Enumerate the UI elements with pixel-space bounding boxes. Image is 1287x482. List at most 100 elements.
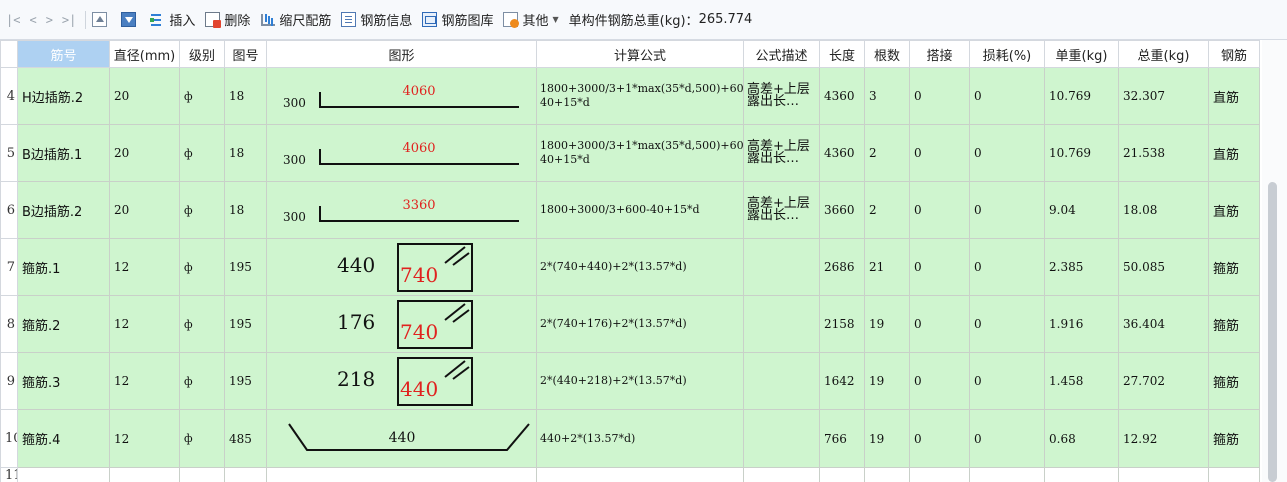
cell-total-weight[interactable]: 50.085 [1118, 238, 1209, 296]
cell-grade[interactable]: ф [179, 409, 225, 468]
table-row[interactable]: 7 箍筋.1 12 ф 195 440 740 2*(740+440)+2*(1… [0, 238, 1260, 296]
cell-figure[interactable]: 300 3360 [266, 181, 537, 239]
move-down-button[interactable] [121, 12, 140, 27]
cell-formula[interactable]: 1800+3000/3+1*max(35*d,500)+600-40+15*d [536, 67, 744, 125]
cell-figure[interactable]: 218 440 [266, 352, 537, 410]
cell-total-weight[interactable]: 32.307 [1118, 67, 1209, 125]
scale-rebar-button[interactable]: 缩尺配筋 [260, 10, 331, 29]
empty-cell[interactable] [1118, 467, 1209, 482]
cell-count[interactable]: 19 [864, 409, 910, 468]
cell-length[interactable]: 2158 [819, 295, 865, 353]
cell-bar-name[interactable]: 箍筋.1 [17, 238, 110, 296]
cell-bar-name[interactable]: B边插筋.1 [17, 124, 110, 182]
cell-unit-weight[interactable]: 10.769 [1044, 124, 1119, 182]
cell-lap[interactable]: 0 [909, 352, 970, 410]
col-header-grade[interactable]: 级别 [179, 40, 225, 68]
cell-bar-type[interactable]: 直筋 [1208, 124, 1260, 182]
cell-loss[interactable]: 0 [969, 124, 1045, 182]
empty-cell[interactable] [743, 467, 820, 482]
cell-bar-type[interactable]: 箍筋 [1208, 295, 1260, 353]
delete-button[interactable]: 删除 [205, 10, 250, 29]
cell-figure-no[interactable]: 18 [224, 181, 267, 239]
cell-length[interactable]: 4360 [819, 67, 865, 125]
cell-total-weight[interactable]: 27.702 [1118, 352, 1209, 410]
cell-count[interactable]: 19 [864, 295, 910, 353]
cell-bar-name[interactable]: 箍筋.4 [17, 409, 110, 468]
move-up-button[interactable] [92, 12, 111, 27]
col-header-figure-no[interactable]: 图号 [224, 40, 267, 68]
cell-unit-weight[interactable]: 1.916 [1044, 295, 1119, 353]
cell-unit-weight[interactable]: 9.04 [1044, 181, 1119, 239]
table-row[interactable]: 6 B边插筋.2 20 ф 18 300 3360 1800+3000/3+60… [0, 181, 1260, 239]
cell-figure-no[interactable]: 18 [224, 67, 267, 125]
cell-total-weight[interactable]: 18.08 [1118, 181, 1209, 239]
cell-bar-type[interactable]: 箍筋 [1208, 409, 1260, 468]
cell-grade[interactable]: ф [179, 295, 225, 353]
cell-figure-no[interactable]: 18 [224, 124, 267, 182]
cell-diameter[interactable]: 20 [109, 181, 180, 239]
cell-bar-type[interactable]: 直筋 [1208, 181, 1260, 239]
cell-length[interactable]: 1642 [819, 352, 865, 410]
cell-figure-no[interactable]: 195 [224, 238, 267, 296]
cell-loss[interactable]: 0 [969, 238, 1045, 296]
cell-formula-desc[interactable]: 高差+上层露出长… [743, 67, 820, 125]
cell-figure-no[interactable]: 195 [224, 295, 267, 353]
cell-figure[interactable]: 440 740 [266, 238, 537, 296]
col-header-lap[interactable]: 搭接 [909, 40, 970, 68]
nav-prev-button[interactable]: < [29, 13, 36, 27]
insert-button[interactable]: 插入 [150, 10, 195, 29]
cell-unit-weight[interactable]: 0.68 [1044, 409, 1119, 468]
cell-grade[interactable]: ф [179, 352, 225, 410]
cell-diameter[interactable]: 20 [109, 124, 180, 182]
cell-formula[interactable]: 2*(440+218)+2*(13.57*d) [536, 352, 744, 410]
cell-bar-type[interactable]: 箍筋 [1208, 352, 1260, 410]
empty-cell[interactable] [536, 467, 744, 482]
cell-diameter[interactable]: 12 [109, 238, 180, 296]
cell-formula[interactable]: 2*(740+176)+2*(13.57*d) [536, 295, 744, 353]
cell-figure[interactable]: 176 740 [266, 295, 537, 353]
cell-lap[interactable]: 0 [909, 238, 970, 296]
col-header-length[interactable]: 长度 [819, 40, 865, 68]
empty-cell[interactable] [266, 467, 537, 482]
cell-lap[interactable]: 0 [909, 124, 970, 182]
col-header-formula-desc[interactable]: 公式描述 [743, 40, 820, 68]
cell-figure-no[interactable]: 195 [224, 352, 267, 410]
col-header-bar-no[interactable]: 筋号 [17, 40, 110, 68]
table-row[interactable]: 5 B边插筋.1 20 ф 18 300 4060 1800+3000/3+1*… [0, 124, 1260, 182]
cell-bar-name[interactable]: H边插筋.2 [17, 67, 110, 125]
rebar-info-button[interactable]: 钢筋信息 [341, 10, 412, 29]
cell-unit-weight[interactable]: 1.458 [1044, 352, 1119, 410]
cell-lap[interactable]: 0 [909, 295, 970, 353]
cell-lap[interactable]: 0 [909, 67, 970, 125]
col-header-count[interactable]: 根数 [864, 40, 910, 68]
cell-loss[interactable]: 0 [969, 352, 1045, 410]
cell-count[interactable]: 2 [864, 181, 910, 239]
other-menu-button[interactable]: 其他 ▼ [503, 10, 559, 29]
cell-figure[interactable]: 300 4060 [266, 124, 537, 182]
col-header-bar-type[interactable]: 钢筋 [1208, 40, 1260, 68]
cell-figure-no[interactable]: 485 [224, 409, 267, 468]
empty-cell[interactable] [969, 467, 1045, 482]
cell-lap[interactable]: 0 [909, 409, 970, 468]
nav-first-button[interactable]: |< [6, 13, 20, 27]
nav-last-button[interactable]: >| [62, 13, 76, 27]
cell-loss[interactable]: 0 [969, 181, 1045, 239]
cell-grade[interactable]: ф [179, 181, 225, 239]
cell-formula-desc[interactable] [743, 352, 820, 410]
cell-unit-weight[interactable]: 10.769 [1044, 67, 1119, 125]
empty-cell[interactable] [109, 467, 180, 482]
cell-diameter[interactable]: 12 [109, 352, 180, 410]
cell-formula[interactable]: 1800+3000/3+1*max(35*d,500)+600-40+15*d [536, 124, 744, 182]
col-header-loss[interactable]: 损耗(%) [969, 40, 1045, 68]
cell-bar-name[interactable]: B边插筋.2 [17, 181, 110, 239]
empty-cell[interactable] [1208, 467, 1260, 482]
cell-total-weight[interactable]: 12.92 [1118, 409, 1209, 468]
cell-diameter[interactable]: 12 [109, 409, 180, 468]
empty-cell[interactable] [17, 467, 110, 482]
cell-grade[interactable]: ф [179, 124, 225, 182]
empty-cell[interactable] [909, 467, 970, 482]
table-row[interactable]: 4 H边插筋.2 20 ф 18 300 4060 1800+3000/3+1*… [0, 67, 1260, 125]
col-header-total-weight[interactable]: 总重(kg) [1118, 40, 1209, 68]
cell-figure[interactable]: 300 4060 [266, 67, 537, 125]
cell-formula-desc[interactable]: 高差+上层露出长… [743, 124, 820, 182]
